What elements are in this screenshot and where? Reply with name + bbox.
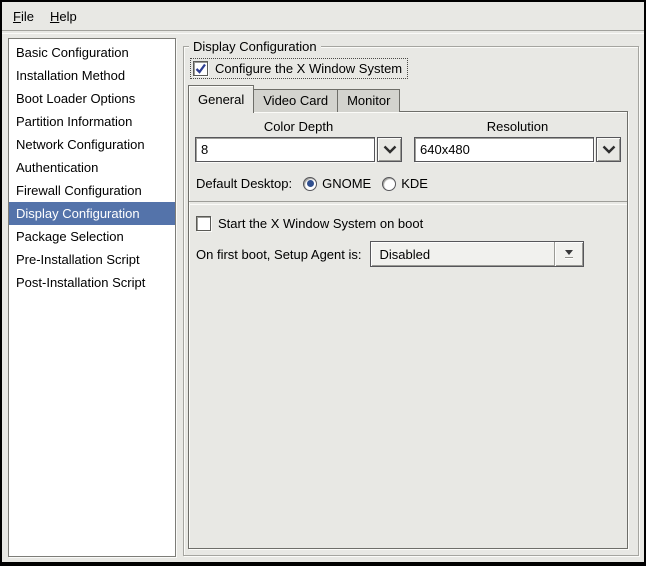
resolution-input[interactable] — [414, 137, 594, 162]
default-desktop-label: Default Desktop: — [196, 176, 293, 191]
display-configuration-frame: Display Configuration Configure the X Wi… — [183, 38, 639, 556]
tab-panel-general: Color Depth 8 Resolution 640x480 Default… — [188, 111, 628, 549]
sidebar-item-installation-method[interactable]: Installation Method — [9, 64, 175, 87]
sidebar-item-pre-installation-script[interactable]: Pre-Installation Script — [9, 248, 175, 271]
radio-unselected-icon — [382, 176, 397, 191]
menu-help[interactable]: Help — [42, 4, 85, 29]
color-depth-dropdown-button[interactable] — [377, 137, 402, 162]
sidebar-item-post-installation-script[interactable]: Post-Installation Script — [9, 271, 175, 294]
color-depth-group: Color Depth — [195, 112, 402, 162]
frame-title: Display Configuration — [189, 38, 321, 55]
color-depth-label: Color Depth — [263, 119, 334, 134]
color-depth-combo — [195, 137, 402, 162]
chevron-down-icon — [383, 142, 397, 157]
resolution-combo — [414, 137, 621, 162]
gnome-radio[interactable]: GNOME — [303, 176, 371, 191]
sidebar-item-boot-loader-options[interactable]: Boot Loader Options — [9, 87, 175, 110]
sidebar-item-package-selection[interactable]: Package Selection — [9, 225, 175, 248]
horizontal-separator — [189, 201, 627, 205]
configure-x-label: Configure the X Window System — [215, 61, 403, 76]
configure-x-checkbox[interactable]: Configure the X Window System — [190, 58, 409, 79]
sidebar-item-firewall-configuration[interactable]: Firewall Configuration — [9, 179, 175, 202]
menubar: File Help — [2, 2, 644, 30]
start-x-checkbox[interactable]: Start the X Window System on boot — [196, 216, 627, 231]
setup-agent-dropdown[interactable]: Disabled — [370, 241, 585, 267]
kde-radio[interactable]: KDE — [382, 176, 428, 191]
resolution-dropdown-button[interactable] — [596, 137, 621, 162]
sidebar-item-network-configuration[interactable]: Network Configuration — [9, 133, 175, 156]
color-depth-input[interactable] — [195, 137, 375, 162]
tab-general[interactable]: General — [188, 85, 255, 113]
kickstart-configurator-window: File Help Basic Configuration Installati… — [0, 0, 646, 566]
tab-monitor[interactable]: Monitor — [337, 89, 401, 112]
start-x-label: Start the X Window System on boot — [218, 216, 424, 231]
menu-file[interactable]: File — [5, 4, 42, 29]
tab-video-card[interactable]: Video Card — [253, 89, 339, 112]
radio-selected-icon — [303, 176, 318, 191]
combo-row: Color Depth 8 Resolution 640x480 — [189, 112, 627, 162]
notebook: General Video Card Monitor Color Depth 8… — [188, 85, 628, 549]
setup-agent-value: Disabled — [379, 246, 431, 262]
setup-agent-label: On first boot, Setup Agent is: — [196, 246, 362, 262]
sidebar-item-display-configuration[interactable]: Display Configuration — [9, 202, 175, 225]
sidebar-item-basic-configuration[interactable]: Basic Configuration — [9, 41, 175, 64]
sidebar-item-authentication[interactable]: Authentication — [9, 156, 175, 179]
checkbox-unchecked-icon — [196, 216, 211, 231]
sidebar-item-partition-information[interactable]: Partition Information — [9, 110, 175, 133]
dropdown-arrow-icon — [554, 242, 583, 266]
resolution-group: Resolution — [414, 112, 621, 162]
default-desktop-row: Default Desktop: GNOME KDE — [189, 176, 627, 191]
checkbox-checked-icon — [193, 61, 208, 76]
kde-radio-label: KDE — [401, 176, 428, 191]
tabstrip: General Video Card Monitor — [188, 85, 628, 113]
config-section-list: Basic Configuration Installation Method … — [8, 38, 176, 557]
chevron-down-icon — [602, 142, 616, 157]
resolution-label: Resolution — [486, 119, 549, 134]
setup-agent-row: On first boot, Setup Agent is: Disabled — [189, 241, 627, 267]
gnome-radio-label: GNOME — [322, 176, 372, 191]
menubar-separator — [2, 30, 644, 34]
